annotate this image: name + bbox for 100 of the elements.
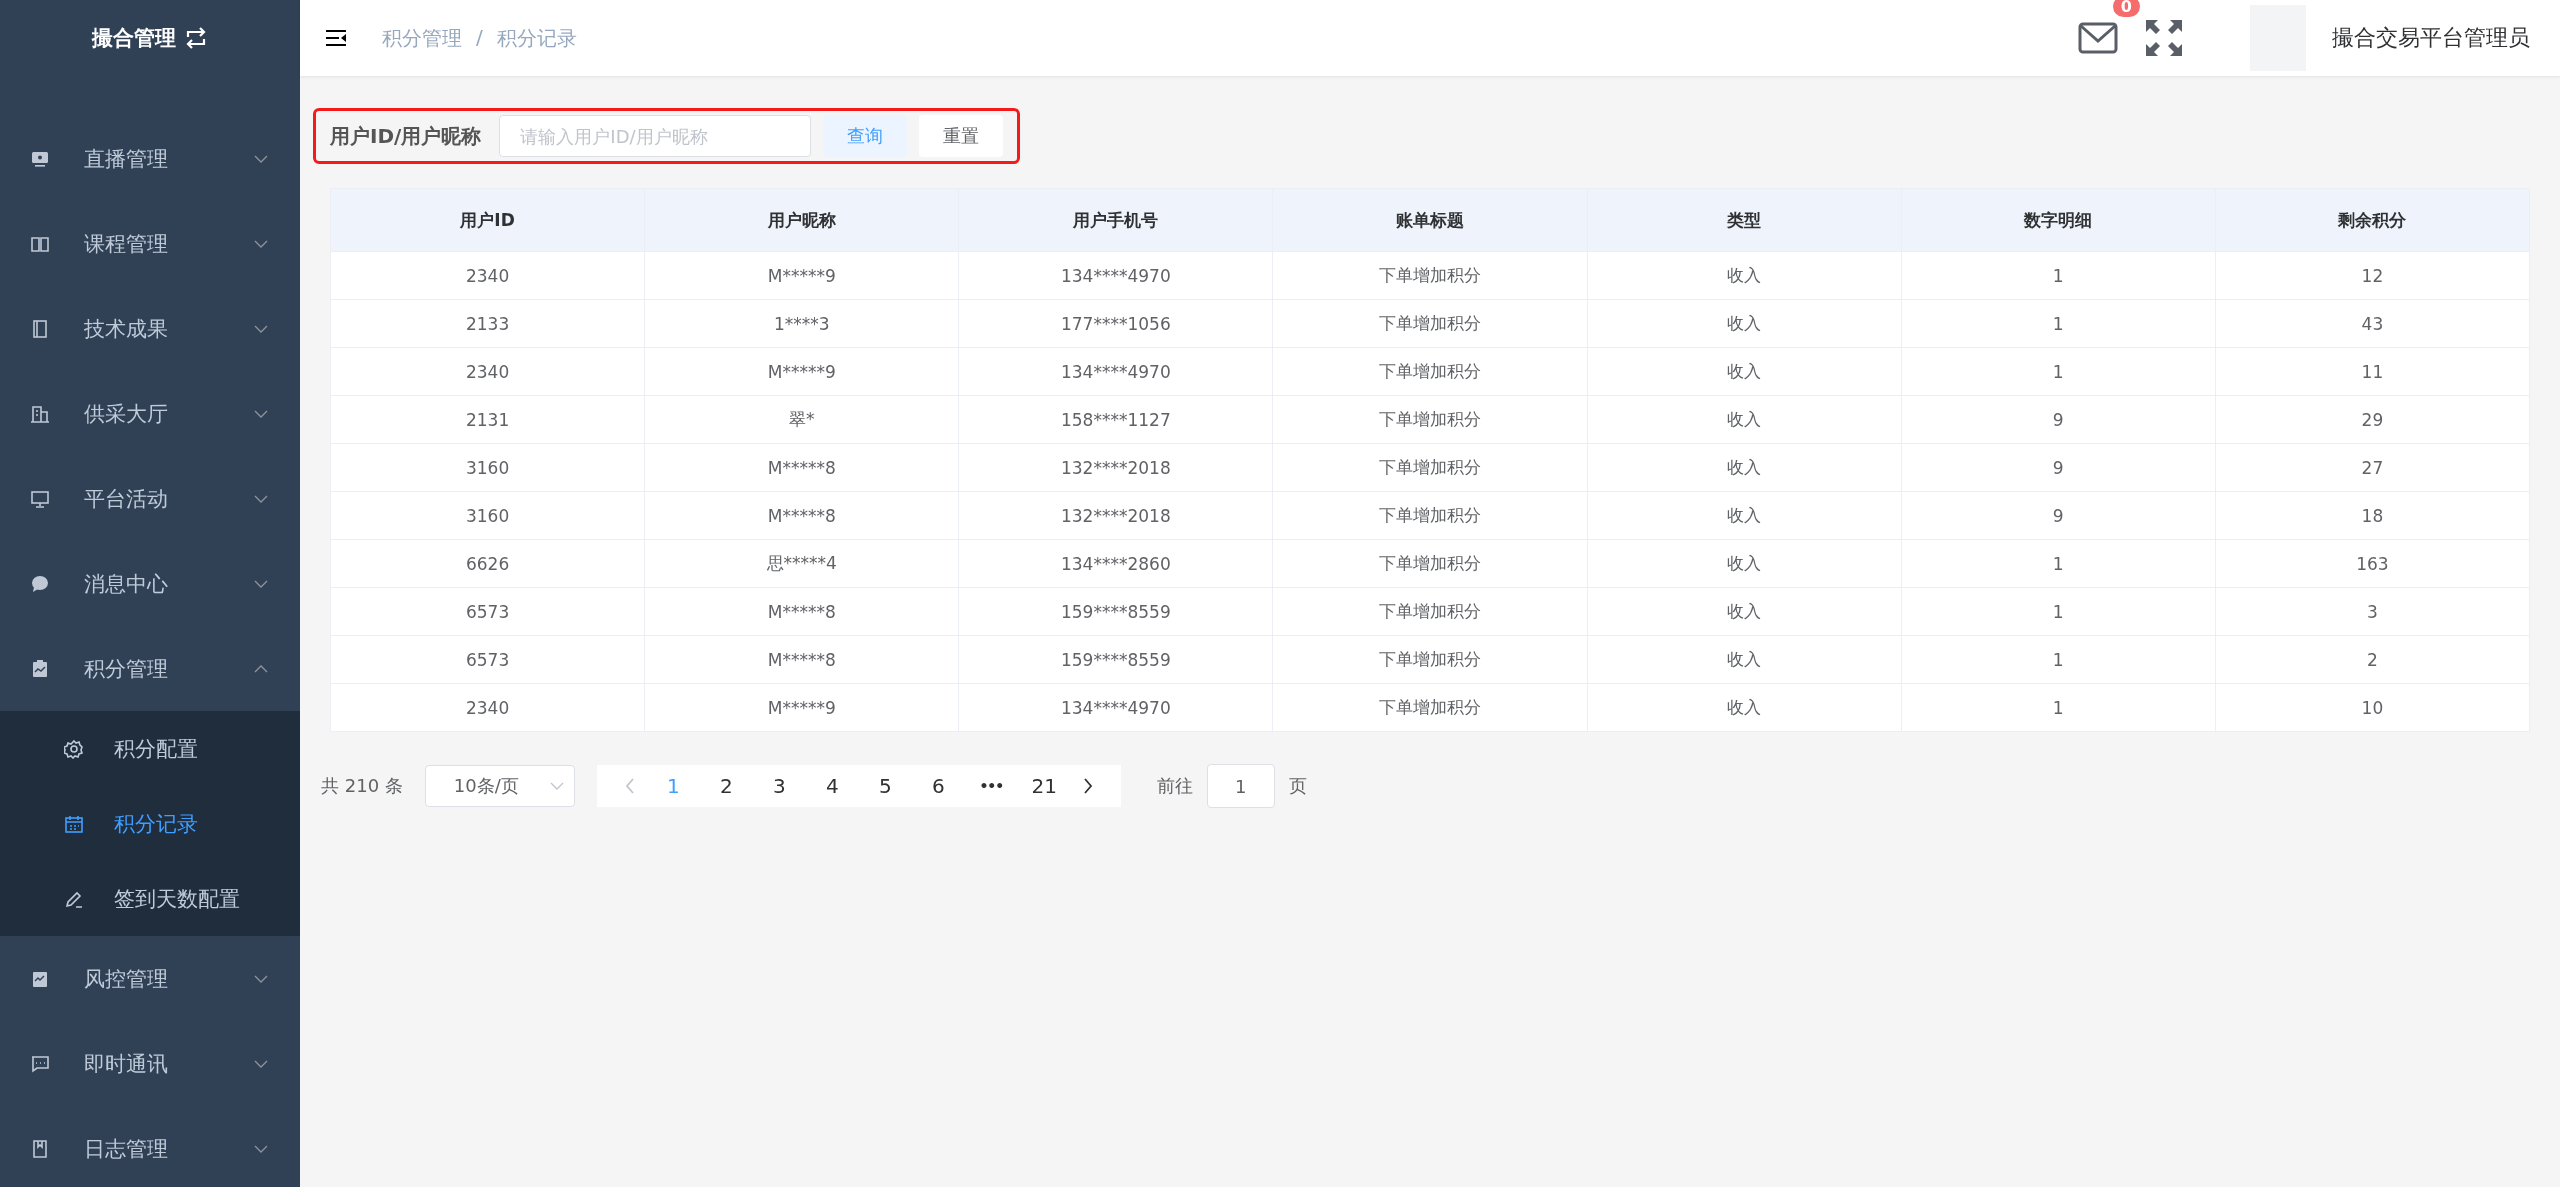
page-number[interactable]: 5	[858, 774, 912, 798]
user-name[interactable]: 撮合交易平台管理员	[2332, 23, 2530, 53]
table-cell: 12	[2215, 251, 2530, 300]
screen-icon	[30, 488, 50, 509]
reset-button[interactable]: 重置	[919, 115, 1004, 157]
page-suffix: 页	[1288, 774, 1307, 798]
chevron-icon	[254, 579, 268, 588]
table-cell: 134****4970	[958, 347, 1273, 396]
sidebar-menu-item[interactable]: 技术成果	[0, 286, 300, 371]
table-cell: 1	[1901, 299, 2216, 348]
sidebar-menu-item[interactable]: 消息中心	[0, 541, 300, 626]
menu-label: 即时通讯	[84, 1050, 169, 1078]
chevron-icon	[254, 1144, 268, 1153]
table-cell: 下单增加积分	[1272, 491, 1588, 540]
page-number[interactable]: 2	[699, 774, 753, 798]
table-cell: M*****9	[644, 683, 959, 732]
submenu-item[interactable]: 积分记录	[0, 786, 300, 861]
table-cell: 收入	[1587, 443, 1902, 492]
submenu-item[interactable]: 签到天数配置	[0, 861, 300, 936]
chevron-icon	[254, 1059, 268, 1068]
chevron-icon	[549, 782, 564, 790]
table-cell: M*****9	[644, 251, 959, 300]
table-cell: M*****8	[644, 491, 959, 540]
table-cell: 收入	[1587, 251, 1902, 300]
more-pages-button[interactable]: •••	[964, 778, 1018, 794]
table-cell: 收入	[1587, 395, 1902, 444]
chevron-icon	[254, 494, 268, 503]
menu-label: 直播管理	[84, 145, 169, 173]
sidebar-menu-item[interactable]: 积分管理	[0, 626, 300, 711]
page-number[interactable]: 4	[805, 774, 859, 798]
column-header: 账单标题	[1272, 188, 1588, 252]
column-header: 用户ID	[330, 188, 645, 252]
table-cell: 43	[2215, 299, 2530, 348]
table-cell: 2340	[330, 683, 645, 732]
table-cell: 6626	[330, 539, 645, 588]
chevron-icon	[254, 974, 268, 983]
sidebar-menu-item[interactable]: 日志管理	[0, 1106, 300, 1187]
table-cell: 6573	[330, 635, 645, 684]
swap-icon[interactable]	[184, 27, 208, 49]
building-icon	[30, 403, 50, 424]
table-cell: 收入	[1587, 683, 1902, 732]
table-cell: 134****2860	[958, 539, 1273, 588]
menu-label: 风控管理	[84, 965, 169, 993]
table-cell: 3160	[330, 491, 645, 540]
table-cell: 159****8559	[958, 587, 1273, 636]
table-cell: 翠*	[644, 395, 959, 444]
page-number[interactable]: 21	[1017, 774, 1071, 798]
chevron-icon	[254, 409, 268, 418]
table-cell: 收入	[1587, 299, 1902, 348]
notification-badge: 0	[2112, 0, 2140, 17]
table-cell: 2131	[330, 395, 645, 444]
table-cell: 1	[1901, 539, 2216, 588]
table-cell: 3160	[330, 443, 645, 492]
column-header: 用户昵称	[644, 188, 959, 252]
table-cell: M*****9	[644, 347, 959, 396]
search-field[interactable]: 请输入用户ID/用户昵称	[499, 115, 812, 157]
table-cell: 下单增加积分	[1272, 683, 1588, 732]
table-cell: 收入	[1587, 635, 1902, 684]
table-cell: 收入	[1587, 539, 1902, 588]
sidebar-menu-item[interactable]: 供采大厅	[0, 371, 300, 456]
mail-icon[interactable]	[2078, 22, 2118, 54]
bubble-icon	[30, 573, 50, 594]
table-cell: 1	[1901, 251, 2216, 300]
doc-icon	[30, 318, 50, 339]
sidebar-menu-item[interactable]: 即时通讯	[0, 1021, 300, 1106]
fullscreen-icon[interactable]	[2144, 18, 2184, 58]
table-cell: 134****4970	[958, 683, 1273, 732]
table-cell: 下单增加积分	[1272, 635, 1588, 684]
table-cell: 158****1127	[958, 395, 1273, 444]
page-size-select[interactable]: 10条/页	[424, 765, 575, 807]
chevron-icon	[254, 664, 268, 673]
table-cell: 132****2018	[958, 491, 1273, 540]
sidebar-menu-item[interactable]: 课程管理	[0, 201, 300, 286]
page-number[interactable]: 3	[752, 774, 806, 798]
total-count: 共 210 条	[321, 774, 403, 798]
table-cell: 18	[2215, 491, 2530, 540]
table-cell: 下单增加积分	[1272, 395, 1588, 444]
next-page-icon[interactable]	[1082, 778, 1093, 794]
sidebar-menu-item[interactable]: 平台活动	[0, 456, 300, 541]
table-cell: 收入	[1587, 587, 1902, 636]
table-cell: 收入	[1587, 347, 1902, 396]
submenu-item[interactable]: 积分配置	[0, 711, 300, 786]
sidebar-menu-item[interactable]: 直播管理	[0, 116, 300, 201]
goto-label: 前往	[1156, 774, 1193, 798]
table-cell: 163	[2215, 539, 2530, 588]
table-cell: M*****8	[644, 635, 959, 684]
table-cell: 2133	[330, 299, 645, 348]
column-header: 剩余积分	[2215, 188, 2530, 252]
table-cell: 下单增加积分	[1272, 251, 1588, 300]
log-icon	[30, 1138, 50, 1159]
page-number[interactable]: 6	[911, 774, 965, 798]
table-cell: 下单增加积分	[1272, 299, 1588, 348]
sidebar-menu-item[interactable]: 风控管理	[0, 936, 300, 1021]
menu-label: 积分管理	[84, 655, 169, 683]
table-cell: 11	[2215, 347, 2530, 396]
breadcrumb-separator: /	[476, 24, 483, 51]
table-cell: 1	[1901, 587, 2216, 636]
page-jump-field[interactable]: 1	[1206, 764, 1275, 808]
menu-toggle-icon[interactable]	[326, 30, 346, 46]
table-cell: 177****1056	[958, 299, 1273, 348]
